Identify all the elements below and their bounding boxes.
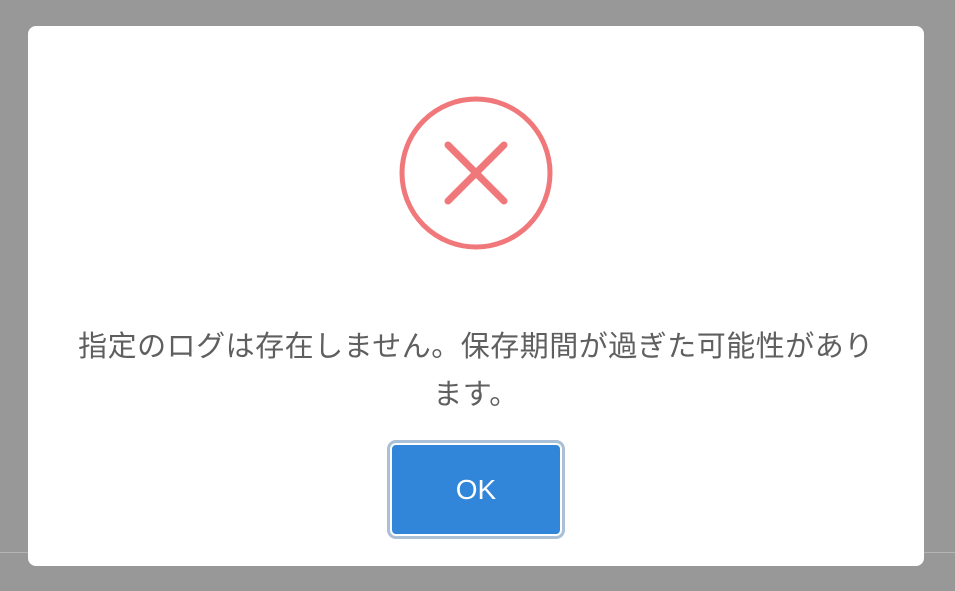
error-message: 指定のログは存在しません。保存期間が過ぎた可能性があり ます。 (58, 322, 894, 418)
error-message-line-1: 指定のログは存在しません。保存期間が過ぎた可能性があり (78, 329, 874, 363)
error-x-circle-icon (398, 95, 554, 251)
error-message-line-2: ます。 (433, 377, 519, 411)
ok-button[interactable]: OK (387, 440, 565, 539)
error-dialog: 指定のログは存在しません。保存期間が過ぎた可能性があり ます。 OK (28, 26, 924, 566)
